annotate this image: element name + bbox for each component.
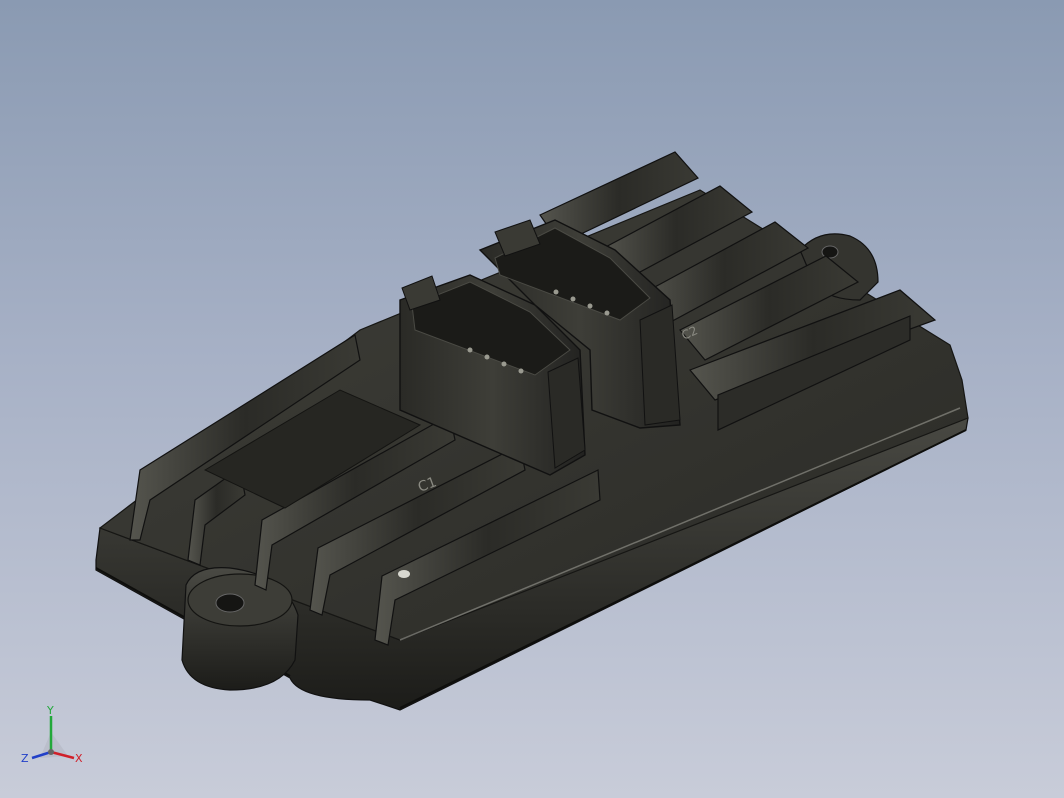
mounting-ear-front bbox=[181, 567, 299, 691]
triad-z-label: Z bbox=[21, 752, 29, 765]
orientation-triad[interactable]: X Y Z bbox=[18, 702, 88, 772]
triad-origin bbox=[48, 749, 54, 755]
triad-x-label: X bbox=[75, 752, 83, 765]
screw-hole bbox=[398, 570, 410, 578]
triad-y-label: Y bbox=[46, 704, 54, 717]
3d-viewport[interactable]: C1 C2 X Y Z bbox=[0, 0, 1064, 798]
cad-model[interactable]: C1 C2 bbox=[0, 0, 1064, 798]
